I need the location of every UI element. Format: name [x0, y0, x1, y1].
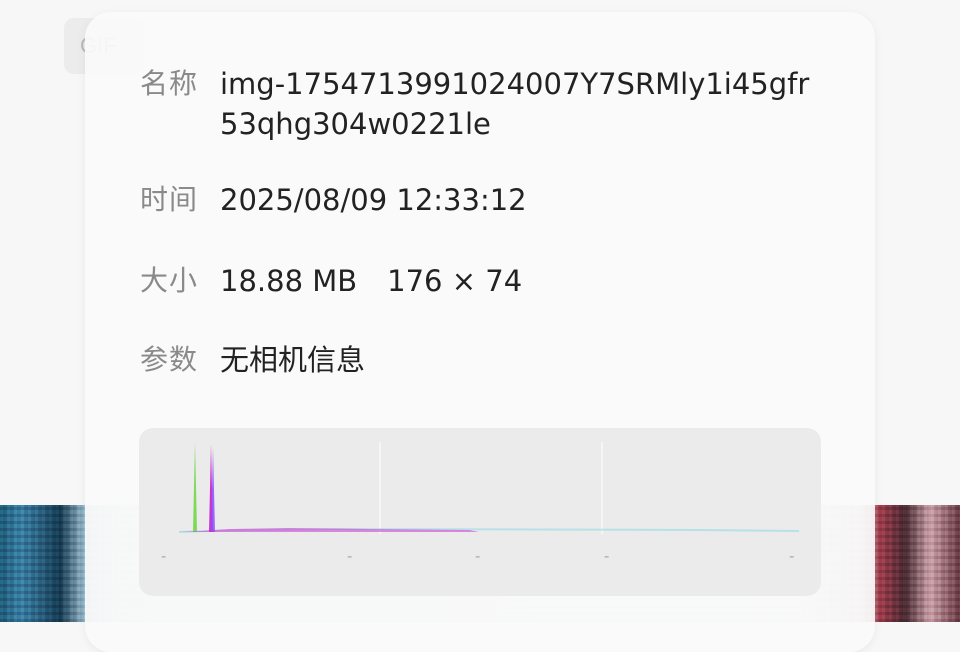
file-name-value[interactable]: img-1754713991024007Y7SRMly1i45gfr53qhg3…	[220, 64, 820, 144]
size-value: 18.88 MB 176 × 74	[220, 261, 522, 301]
info-row-time: 时间 2025/08/09 12:33:12	[140, 180, 527, 220]
time-label: 时间	[140, 183, 199, 216]
histogram-tick: -	[789, 548, 795, 565]
time-value: 2025/08/09 12:33:12	[220, 183, 527, 217]
params-label: 参数	[140, 343, 199, 376]
info-row-params: 参数 无相机信息	[140, 340, 365, 380]
histogram-tick: -	[161, 548, 167, 565]
image-info-panel: 名称 img-1754713991024007Y7SRMly1i45gfr53q…	[85, 12, 875, 652]
dimensions-value: 176 × 74	[387, 264, 523, 298]
histogram-green-spike	[193, 442, 197, 532]
file-size-value: 18.88 MB	[220, 264, 358, 298]
histogram-tick: -	[475, 548, 481, 565]
histogram-tick: -	[347, 548, 353, 565]
size-label: 大小	[140, 264, 199, 297]
info-row-size: 大小 18.88 MB 176 × 74	[140, 261, 522, 301]
params-value: 无相机信息	[220, 343, 366, 377]
histogram-graph	[178, 442, 800, 534]
info-row-name: 名称 img-1754713991024007Y7SRMly1i45gfr53q…	[140, 64, 820, 144]
name-label: 名称	[140, 67, 199, 100]
color-histogram: - - - - -	[139, 428, 821, 596]
histogram-tick: -	[604, 548, 610, 565]
